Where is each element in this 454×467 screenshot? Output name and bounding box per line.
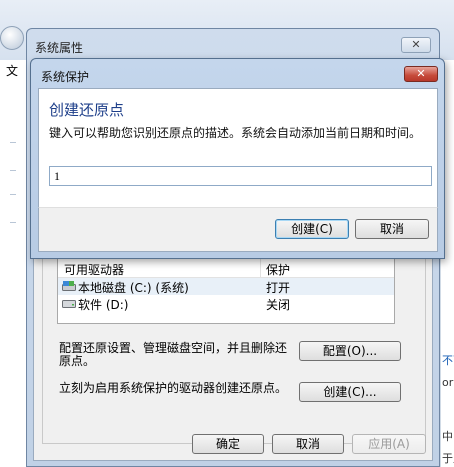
drive-name: 本地磁盘 (C:) (系统)	[78, 281, 189, 295]
dialog-cancel-button[interactable]: 取消	[355, 219, 429, 239]
restore-point-description-input[interactable]: 1	[49, 166, 432, 186]
drives-column-header[interactable]: 可用驱动器	[64, 261, 124, 278]
drive-name: 软件 (D:)	[78, 298, 129, 312]
ok-button[interactable]: 确定	[192, 434, 264, 454]
background-menu-item[interactable]: 文	[6, 62, 18, 79]
protection-column-header[interactable]: 保护	[266, 261, 290, 278]
background-fragment-1[interactable]: 不可	[442, 352, 454, 368]
system-protection-dialog: 系统保护 ✕ 创建还原点 键入可以帮助您识别还原点的描述。系统会自动添加当前日期…	[30, 58, 445, 259]
back-button-icon[interactable]	[0, 26, 24, 50]
drive-icon	[62, 300, 76, 308]
system-properties-close-button[interactable]: ✕	[401, 37, 431, 53]
close-icon: ✕	[416, 67, 426, 80]
confirm-create-button[interactable]: 创建(C)	[275, 219, 349, 239]
create-restore-point-button[interactable]: 创建(C)...	[299, 382, 401, 402]
drive-protection: 打开	[266, 281, 291, 295]
system-protection-close-button[interactable]: ✕	[404, 66, 438, 82]
table-row[interactable]: 软件 (D:) 关闭	[58, 295, 394, 312]
background-fragment-4: 于此	[442, 452, 454, 465]
configure-description-line2: 原点。	[59, 354, 96, 368]
background-fragment-3: 中	[442, 430, 453, 443]
background-fragment-2: or	[442, 376, 454, 389]
system-drive-icon	[62, 281, 76, 291]
restore-point-heading: 创建还原点	[49, 101, 125, 119]
apply-button[interactable]: 应用(A)	[352, 434, 426, 454]
system-protection-title: 系统保护	[41, 70, 90, 84]
drive-protection: 关闭	[266, 298, 291, 312]
drives-table[interactable]: 可用驱动器 保护 本地磁盘 (C:) (系统) 打开 软件 (D:) 关闭	[57, 258, 395, 324]
drives-table-header: 可用驱动器 保护	[58, 259, 394, 278]
system-protection-button-bar: 创建(C) 取消	[38, 207, 438, 252]
table-row[interactable]: 本地磁盘 (C:) (系统) 打开	[58, 278, 394, 295]
close-icon: ✕	[411, 38, 421, 51]
create-description: 立刻为启用系统保护的驱动器创建还原点。	[59, 381, 288, 395]
configure-button[interactable]: 配置(O)...	[299, 341, 401, 361]
background-left-pane	[0, 60, 27, 467]
restore-point-description: 键入可以帮助您识别还原点的描述。系统会自动添加当前日期和时间。	[49, 126, 422, 140]
cancel-button[interactable]: 取消	[272, 434, 344, 454]
system-properties-title: 系统属性	[35, 41, 84, 55]
system-protection-content: 创建还原点 键入可以帮助您识别还原点的描述。系统会自动添加当前日期和时间。 1	[38, 88, 438, 208]
